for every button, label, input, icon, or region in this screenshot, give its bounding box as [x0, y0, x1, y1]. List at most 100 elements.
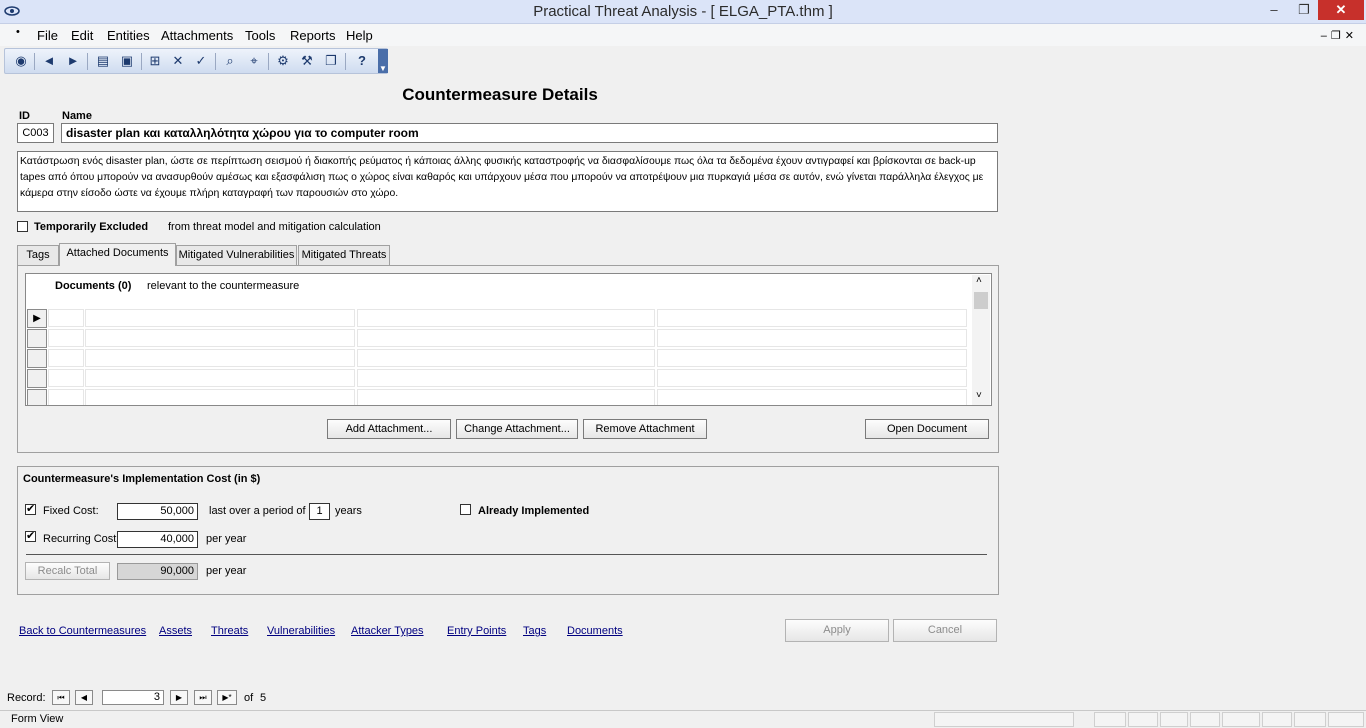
menu-help[interactable]: Help	[346, 28, 373, 43]
open-document-button[interactable]: Open Document	[865, 419, 989, 439]
find-icon[interactable]: ⌕	[220, 52, 240, 70]
scrollbar-thumb[interactable]	[974, 292, 988, 309]
documents-grid: Documents (0) relevant to the countermea…	[25, 273, 992, 406]
grid-cell[interactable]	[85, 389, 355, 405]
delete-icon[interactable]: ✕	[168, 52, 188, 70]
minimize-button[interactable]: –	[1260, 0, 1288, 20]
status-panel	[1094, 712, 1126, 727]
grid-cell[interactable]	[657, 369, 967, 387]
name-field[interactable]: disaster plan και καταλληλότητα χώρου γι…	[61, 123, 998, 143]
mdi-window-buttons[interactable]: –❐✕	[1321, 29, 1358, 42]
close-button[interactable]: ✕	[1318, 0, 1364, 20]
open-icon[interactable]: ▤	[93, 52, 113, 70]
already-implemented-checkbox[interactable]	[460, 504, 471, 515]
forward-icon[interactable]: ►	[63, 52, 83, 70]
fixed-cost-checkbox[interactable]: ✔	[25, 504, 36, 515]
scroll-down-icon[interactable]: ˅	[976, 390, 982, 401]
record-number-input[interactable]: 3	[102, 690, 164, 705]
row-selector[interactable]	[27, 349, 47, 368]
period-years-input[interactable]: 1	[309, 503, 330, 520]
status-panel	[1262, 712, 1292, 727]
grid-cell[interactable]	[48, 329, 84, 347]
row-selector[interactable]: ▶	[27, 309, 47, 328]
menu-entities[interactable]: Entities	[107, 28, 150, 43]
temporarily-excluded-checkbox[interactable]	[17, 221, 28, 232]
back-icon[interactable]: ◄	[39, 52, 59, 70]
recalc-total-button[interactable]: Recalc Total	[25, 562, 110, 580]
temporarily-excluded-note: from threat model and mitigation calcula…	[168, 221, 381, 233]
row-selector[interactable]	[27, 329, 47, 348]
toolbar-overflow-icon[interactable]: ▼	[378, 49, 388, 73]
menu-file[interactable]: File	[37, 28, 58, 43]
name-label: Name	[62, 110, 92, 122]
grid-cell[interactable]	[48, 389, 84, 405]
grid-cell[interactable]	[357, 329, 655, 347]
tab-attached-documents[interactable]: Attached Documents	[59, 243, 176, 266]
description-field[interactable]: Κατάστρωση ενός disaster plan, ώστε σε π…	[17, 151, 998, 212]
status-view-text: Form View	[11, 713, 64, 725]
grid-cell[interactable]	[85, 349, 355, 367]
next-record-icon[interactable]: ▶	[170, 690, 188, 705]
grid-cell[interactable]	[48, 349, 84, 367]
remove-attachment-button[interactable]: Remove Attachment	[583, 419, 707, 439]
menu-reports[interactable]: Reports	[290, 28, 336, 43]
row-selector[interactable]	[27, 389, 47, 405]
grid-cell[interactable]	[48, 309, 84, 327]
tab-mitigated-threats[interactable]: Mitigated Threats	[298, 245, 390, 265]
find-replace-icon[interactable]: ⌖	[244, 52, 264, 70]
save-icon[interactable]: ▣	[117, 52, 137, 70]
link-back-to-countermeasures[interactable]: Back to Countermeasures	[19, 625, 146, 637]
grid-cell[interactable]	[657, 329, 967, 347]
link-vulnerabilities[interactable]: Vulnerabilities	[267, 625, 335, 637]
grid-cell[interactable]	[85, 369, 355, 387]
previous-record-icon[interactable]: ◀	[75, 690, 93, 705]
grid-cell[interactable]	[85, 309, 355, 327]
last-record-icon[interactable]: ⏭	[194, 690, 212, 705]
new-icon[interactable]: ⊞	[145, 52, 165, 70]
grid-cell[interactable]	[657, 309, 967, 327]
change-attachment-button[interactable]: Change Attachment...	[456, 419, 578, 439]
grid-cell[interactable]	[357, 389, 655, 405]
menu-attachments[interactable]: Attachments	[161, 28, 233, 43]
recurring-cost-checkbox[interactable]: ✔	[25, 531, 36, 542]
help-icon[interactable]: ?	[352, 52, 372, 70]
tab-mitigated-vulnerabilities[interactable]: Mitigated Vulnerabilities	[176, 245, 297, 265]
link-entry-points[interactable]: Entry Points	[447, 625, 506, 637]
grid-cell[interactable]	[48, 369, 84, 387]
tools-icon[interactable]: ⚒	[297, 52, 317, 70]
apply-button[interactable]: Apply	[785, 619, 889, 642]
properties-icon[interactable]: ⚙	[273, 52, 293, 70]
eye-icon[interactable]: ◉	[11, 52, 31, 70]
scroll-up-icon[interactable]: ˄	[976, 275, 982, 286]
add-attachment-button[interactable]: Add Attachment...	[327, 419, 451, 439]
menu-tools[interactable]: Tools	[245, 28, 275, 43]
fixed-cost-input[interactable]: 50,000	[117, 503, 198, 520]
menu-edit[interactable]: Edit	[71, 28, 93, 43]
link-assets[interactable]: Assets	[159, 625, 192, 637]
recurring-cost-input[interactable]: 40,000	[117, 531, 198, 548]
temporarily-excluded-label: Temporarily Excluded	[34, 221, 149, 233]
first-record-icon[interactable]: ⏮	[52, 690, 70, 705]
tab-tags[interactable]: Tags	[17, 245, 59, 265]
toolbar-separator	[268, 53, 269, 70]
grid-cell[interactable]	[657, 349, 967, 367]
spellcheck-icon[interactable]: ✓	[191, 52, 211, 70]
link-tags[interactable]: Tags	[523, 625, 546, 637]
cancel-button[interactable]: Cancel	[893, 619, 997, 642]
grid-cell[interactable]	[357, 369, 655, 387]
link-documents[interactable]: Documents	[567, 625, 623, 637]
grid-cell[interactable]	[85, 329, 355, 347]
copy-icon[interactable]: ❐	[321, 52, 341, 70]
grid-cell[interactable]	[357, 349, 655, 367]
grid-cell[interactable]	[357, 309, 655, 327]
already-implemented-label: Already Implemented	[478, 505, 590, 517]
id-field[interactable]: C003	[17, 123, 54, 143]
total-cost-field: 90,000	[117, 563, 198, 580]
toolbar: ◉ ◄ ► ▤ ▣ ⊞ ✕ ✓ ⌕ ⌖ ⚙ ⚒ ❐ ? ▼	[4, 48, 388, 74]
link-threats[interactable]: Threats	[211, 625, 248, 637]
grid-cell[interactable]	[657, 389, 967, 405]
maximize-button[interactable]: ❐	[1290, 0, 1318, 20]
row-selector[interactable]	[27, 369, 47, 388]
new-record-icon[interactable]: ▶*	[217, 690, 237, 705]
link-attacker-types[interactable]: Attacker Types	[351, 625, 424, 637]
